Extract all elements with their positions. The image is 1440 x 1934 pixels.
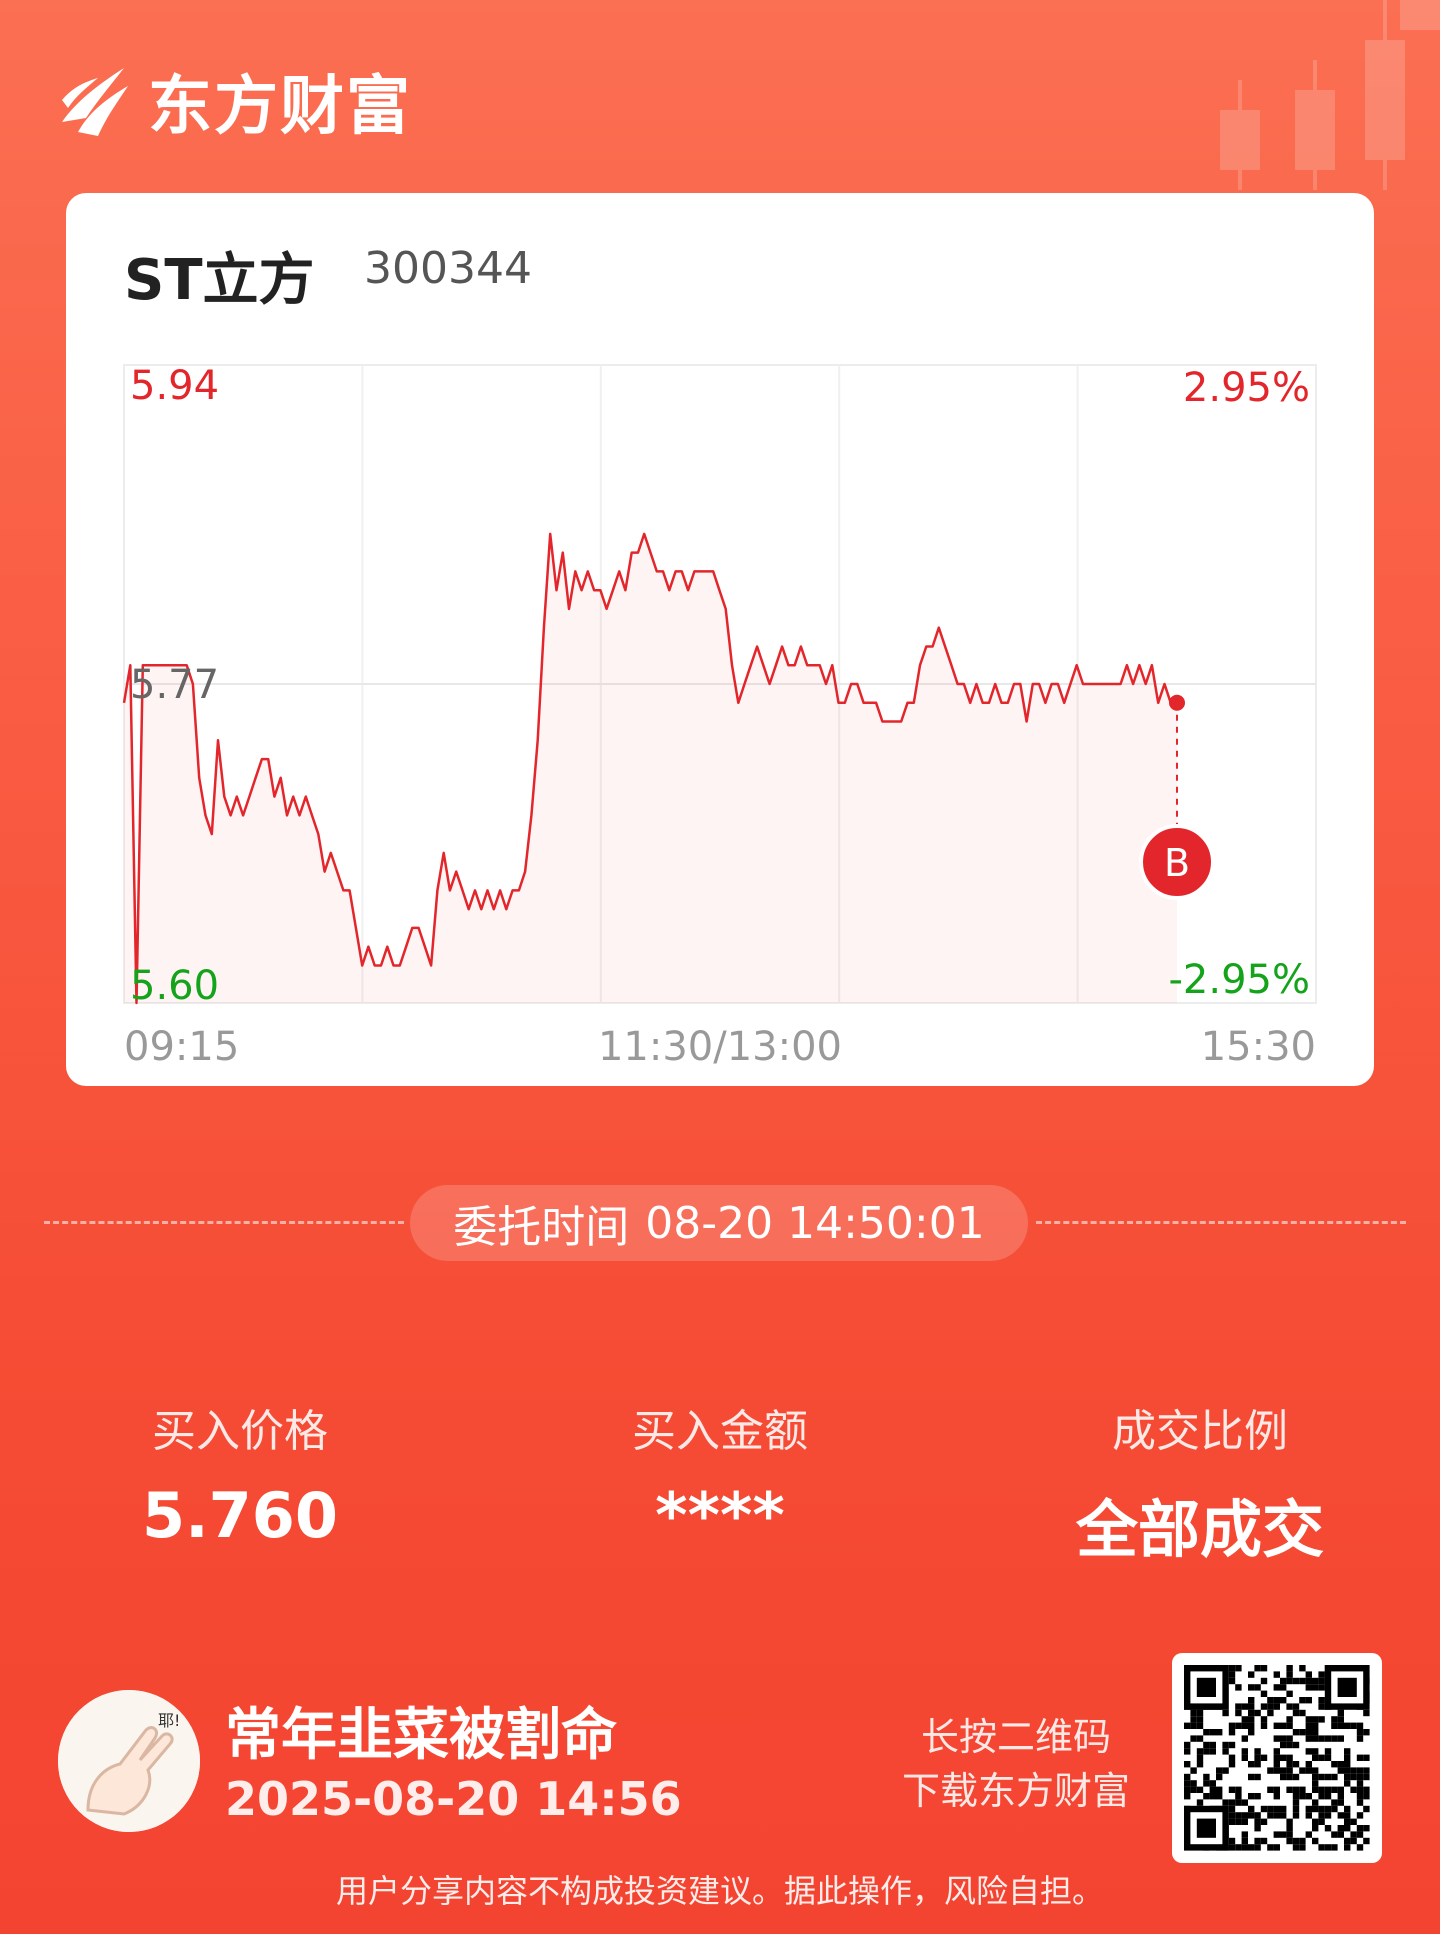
order-time-pill: 委托时间 08-20 14:50:01 [410,1185,1028,1261]
price-label: 买入价格 [152,1406,328,1457]
amount-label: 买入金额 [632,1406,808,1457]
stat-price: 买入价格 5.760 [60,1395,420,1552]
qr-code-icon [1184,1665,1370,1851]
y-tick-high: 5.94 [130,363,219,409]
divider-left [44,1221,404,1224]
order-time-label: 委托时间 [453,1202,630,1253]
avatar-caption: 耶! [158,1711,180,1730]
y-tick-right-low: -2.95% [1168,957,1310,1003]
x-tick-close: 15:30 [1201,1024,1316,1070]
buy-marker-label: B [1164,841,1190,885]
order-time-value: 08-20 14:50:01 [645,1197,985,1249]
avatar[interactable]: 耶! [58,1690,200,1832]
qr-code[interactable] [1172,1653,1382,1863]
share-time: 2025-08-20 14:56 [225,1772,682,1826]
disclaimer: 用户分享内容不构成投资建议。据此操作，风险自担。 [335,1872,1104,1910]
stat-amount: 买入金额 **** [540,1395,900,1552]
amount-value: **** [655,1479,785,1552]
stat-ratio: 成交比例 全部成交 [1020,1395,1380,1569]
x-tick-open: 09:15 [124,1024,239,1070]
avatar-hand-icon: 耶! [58,1690,200,1832]
y-tick-right-high: 2.95% [1183,365,1310,411]
y-tick-low: 5.60 [130,963,219,1009]
brand-logo: 东方财富 [58,55,412,147]
decorative-candles [1220,0,1440,190]
stock-chart-card: ST立方 300344 5.94 5.77 5.60 2.95% -2.95% 09:15… [66,193,1374,1086]
user-name: 常年韭菜被割命 [225,1703,617,1768]
qr-hint-line1: 长按二维码 [920,1715,1111,1759]
ratio-value: 全部成交 [1075,1493,1324,1566]
divider-right [1036,1221,1406,1224]
x-tick-midday: 11:30/13:00 [598,1024,842,1070]
brand-name: 东方财富 [148,70,412,144]
price-area [124,533,1177,1003]
intraday-chart: 5.94 5.77 5.60 2.95% -2.95% 09:15 11:30/13:00 1… [122,363,1317,1070]
logo-icon [62,68,128,136]
price-value: 5.760 [141,1479,339,1552]
y-tick-mid: 5.77 [130,662,219,708]
qr-hint-line2: 下载东方财富 [901,1769,1130,1813]
ratio-label: 成交比例 [1112,1406,1288,1457]
qr-hint: 长按二维码 下载东方财富 [902,1710,1130,1818]
